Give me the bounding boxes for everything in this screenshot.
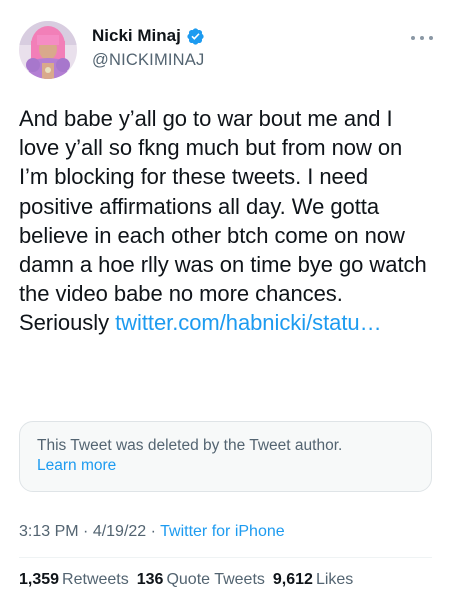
meta-separator-2: · [146, 523, 161, 540]
quote-tweets-stat[interactable]: 136 Quote Tweets [137, 570, 265, 590]
likes-count: 9,612 [272, 571, 313, 588]
meta-separator: · [78, 523, 93, 540]
divider [19, 557, 432, 558]
tweet-text: And babe y’all go to war bout me and I l… [19, 104, 435, 338]
likes-stat[interactable]: 9,612 Likes [273, 570, 353, 590]
tweet-link[interactable]: twitter.com/habnicki/statu… [115, 310, 381, 335]
deleted-quote-card: This Tweet was deleted by the Tweet auth… [19, 421, 432, 492]
avatar[interactable] [19, 21, 77, 79]
verified-badge-icon [186, 27, 205, 46]
more-options-icon[interactable] [411, 34, 433, 42]
author-display-name: Nicki Minaj [92, 26, 181, 45]
deleted-tweet-message: This Tweet was deleted by the Tweet auth… [37, 437, 343, 454]
likes-label: Likes [315, 571, 354, 588]
tweet-stats: 1,359 Retweets 136 Quote Tweets 9,612 Likes [19, 570, 361, 590]
quote-tweets-label: Quote Tweets [166, 571, 265, 588]
tweet-date[interactable]: 4/19/22 [93, 523, 146, 540]
retweets-count: 1,359 [19, 571, 60, 588]
tweet-time[interactable]: 3:13 PM [19, 523, 79, 540]
tweet-source-link[interactable]: Twitter for iPhone [160, 523, 285, 540]
tweet-metadata: 3:13 PM · 4/19/22 · Twitter for iPhone [19, 522, 285, 542]
retweets-stat[interactable]: 1,359 Retweets [19, 570, 129, 590]
tweet-body-text: And babe y’all go to war bout me and I l… [19, 106, 427, 336]
author-name-row[interactable]: Nicki Minaj [92, 26, 205, 46]
quote-tweets-count: 136 [136, 571, 164, 588]
author-handle[interactable]: @NICKIMINAJ [92, 50, 204, 70]
profile-photo-icon [19, 21, 77, 79]
learn-more-link[interactable]: Learn more [37, 456, 116, 476]
tweet-detail: Nicki Minaj @NICKIMINAJ And babe y’all g… [0, 0, 451, 600]
retweets-label: Retweets [62, 571, 129, 588]
